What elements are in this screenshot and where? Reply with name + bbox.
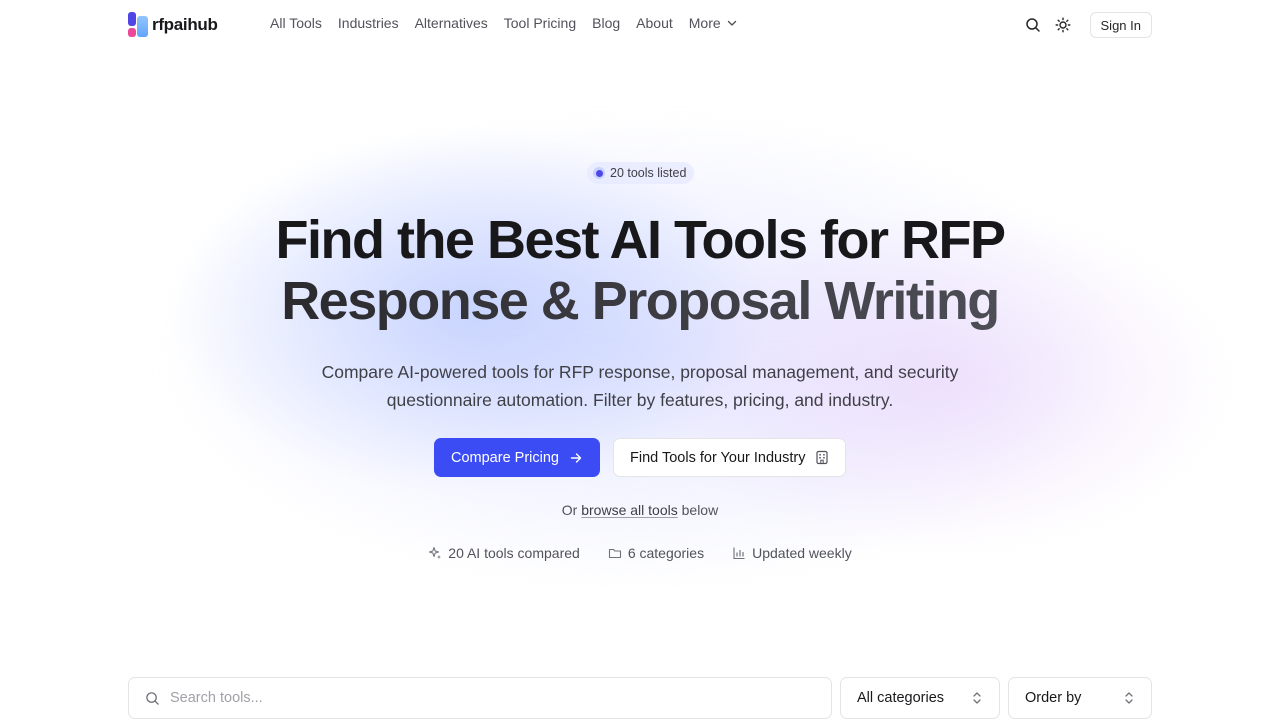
search-button[interactable] [1022, 13, 1044, 37]
hero-subtitle-line2: questionnaire automation. Filter by feat… [386, 390, 894, 410]
nav-all-tools[interactable]: All Tools [270, 15, 322, 31]
nav-tool-pricing[interactable]: Tool Pricing [504, 15, 576, 31]
search-icon [1025, 18, 1040, 32]
search-box[interactable] [128, 677, 832, 719]
hero-stats: 20 AI tools compared 6 categories Update… [0, 545, 1280, 561]
building-icon [816, 450, 829, 465]
order-select[interactable]: Order by [1008, 677, 1152, 719]
nav-blog[interactable]: Blog [592, 15, 620, 31]
stat-updated-label: Updated weekly [752, 545, 852, 561]
site-header: rfpaihub All Tools Industries Alternativ… [0, 0, 1280, 50]
theme-toggle-button[interactable] [1052, 13, 1074, 37]
chevrons-up-down-icon [973, 692, 981, 704]
order-select-value: Order by [1025, 690, 1082, 706]
folder-icon [608, 548, 621, 559]
hero-title: Find the Best AI Tools for RFP Response … [190, 210, 1090, 332]
logo[interactable]: rfpaihub [128, 12, 218, 37]
search-input[interactable] [170, 690, 770, 706]
search-icon [146, 691, 159, 705]
find-industry-tools-button[interactable]: Find Tools for Your Industry [613, 438, 847, 477]
nav-more[interactable]: More [689, 15, 738, 31]
hero-subtitle: Compare AI-powered tools for RFP respons… [290, 358, 990, 414]
filter-bar: All categories Order by [128, 677, 1152, 719]
nav-more-label: More [688, 15, 721, 31]
tools-count-badge: 20 tools listed [587, 162, 695, 184]
category-select-value: All categories [857, 690, 945, 706]
nav-industries[interactable]: Industries [338, 15, 399, 31]
browse-prefix: Or [561, 502, 578, 518]
sparkles-icon [429, 546, 442, 559]
bar-chart-icon [733, 547, 745, 560]
stat-categories-label: 6 categories [627, 545, 705, 561]
browse-line: Or browse all tools below [0, 502, 1280, 518]
browse-all-tools-link[interactable]: browse all tools [581, 502, 678, 518]
hero-title-line2: Response & Proposal Writing [190, 271, 1090, 332]
compare-pricing-button[interactable]: Compare Pricing [434, 438, 600, 477]
chevrons-up-down-icon [1125, 692, 1133, 704]
hero-subtitle-line1: Compare AI-powered tools for RFP respons… [321, 362, 959, 382]
status-dot-icon [593, 167, 605, 179]
find-industry-tools-label: Find Tools for Your Industry [630, 449, 806, 466]
category-select[interactable]: All categories [840, 677, 1000, 719]
stat-tools-label: 20 AI tools compared [448, 545, 580, 561]
logo-mark-icon [128, 12, 149, 37]
sun-icon [1055, 17, 1071, 33]
chevron-down-icon [727, 20, 736, 26]
main-nav: All Tools Industries Alternatives Tool P… [270, 15, 754, 31]
badge-label: 20 tools listed [610, 166, 687, 180]
compare-pricing-label: Compare Pricing [451, 449, 559, 466]
nav-alternatives[interactable]: Alternatives [415, 15, 488, 31]
nav-about[interactable]: About [636, 15, 673, 31]
header-actions: Sign In [1022, 12, 1152, 38]
stat-categories: 6 categories [608, 545, 704, 561]
hero-title-line1: Find the Best AI Tools for RFP [275, 210, 1006, 270]
brand-name: rfpaihub [152, 14, 218, 34]
cta-row: Compare Pricing Find Tools for Your Indu… [434, 438, 847, 477]
hero-section: 20 tools listed Find the Best AI Tools f… [0, 0, 1280, 620]
stat-tools-compared: 20 AI tools compared [428, 545, 580, 561]
arrow-right-icon [570, 452, 582, 463]
stat-updated: Updated weekly [732, 545, 852, 561]
sign-in-button[interactable]: Sign In [1089, 12, 1152, 38]
browse-suffix: below [681, 502, 719, 518]
